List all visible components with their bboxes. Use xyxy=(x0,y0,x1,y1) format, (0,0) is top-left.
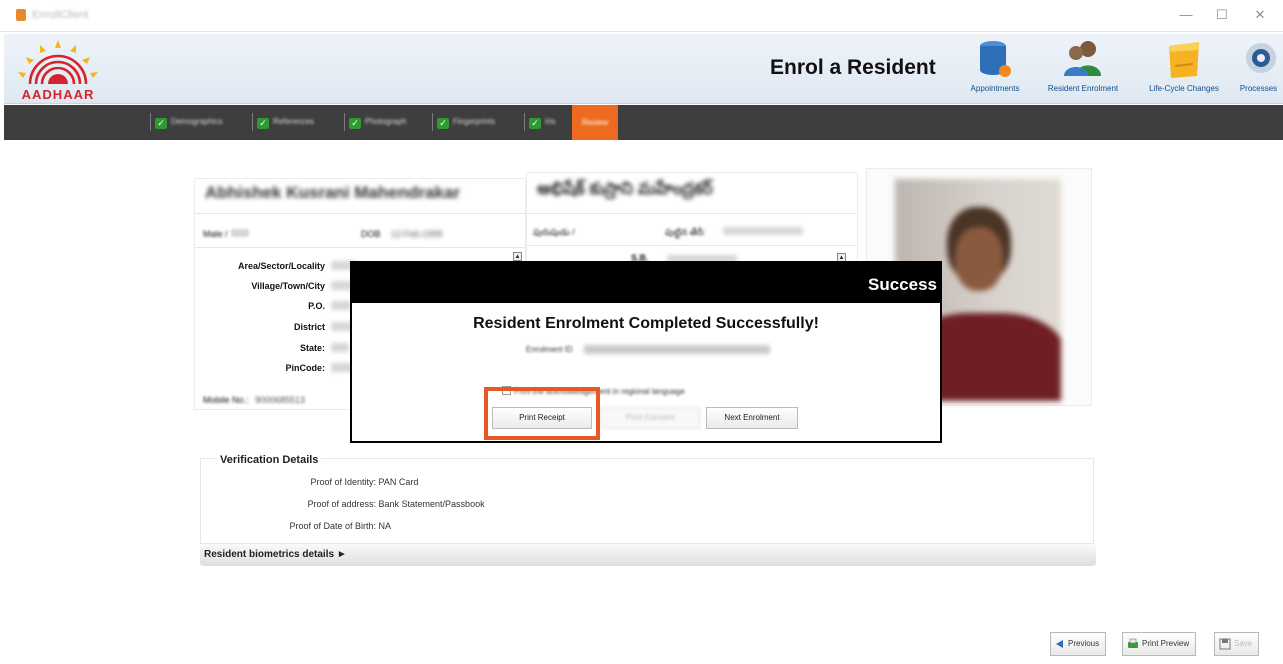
back-arrow-icon xyxy=(1056,639,1063,648)
tab-review[interactable]: Review xyxy=(572,105,619,140)
address-village-label: Village/Town/City xyxy=(251,281,325,291)
app-header: AADHAAR Enrol a Resident Appointments Re… xyxy=(4,34,1283,104)
maximize-button[interactable]: ☐ xyxy=(1212,6,1232,24)
gear-icon xyxy=(1245,43,1276,73)
verification-details: Verification Details Proof of Identity: … xyxy=(200,454,1094,544)
minimize-button[interactable]: — xyxy=(1176,6,1196,24)
address-state-label: State: xyxy=(299,343,325,353)
app-icon xyxy=(16,9,26,21)
tab-iris[interactable]: ✓ Iris xyxy=(524,113,560,131)
dob-regional-label: పుట్టిన తేదీ: xyxy=(665,227,706,237)
resident-name-regional: అభిషేక్ కుస్రాని మహేంద్రకర్ xyxy=(537,179,713,198)
aadhaar-sun-icon xyxy=(18,40,98,85)
save-button[interactable]: Save xyxy=(1214,632,1260,656)
verification-row: Proof of Identity: PAN Card xyxy=(310,477,419,487)
tab-demographics[interactable]: ✓ Demographics xyxy=(150,113,227,131)
mobile-value: 9000685513 xyxy=(255,395,306,405)
tab-fingerprints[interactable]: ✓ Fingerprints xyxy=(432,113,499,131)
window-title: EnrollClient xyxy=(32,9,89,21)
address-district-label: District xyxy=(293,322,325,332)
dialog-title: Success xyxy=(868,275,937,294)
check-icon: ✓ xyxy=(529,118,541,129)
address-area-label: Area/Sector/Locality xyxy=(237,261,325,271)
check-icon: ✓ xyxy=(349,118,361,129)
gender-regional-label: పురుషుడు / xyxy=(533,227,575,237)
next-enrolment-button[interactable]: Next Enrolment xyxy=(706,407,798,429)
tab-photograph[interactable]: ✓ Photograph xyxy=(344,113,410,131)
print-consent-button[interactable]: Print Consent xyxy=(600,407,700,429)
check-icon: ✓ xyxy=(437,118,449,129)
biometrics-expander[interactable]: Resident biometrics details ► xyxy=(200,544,1096,566)
print-preview-button[interactable]: Print Preview xyxy=(1122,632,1197,656)
dialog-header: Success xyxy=(352,263,940,303)
tab-references[interactable]: ✓ References xyxy=(252,113,318,131)
module-resident-enrolment[interactable]: Resident Enrolment xyxy=(1034,38,1132,100)
verification-row: Proof of Date of Birth: NA xyxy=(289,521,392,531)
address-scroll-up[interactable]: ▲ xyxy=(513,252,522,261)
database-icon xyxy=(980,41,1011,77)
wizard-tab-bar: ✓ Demographics ✓ References ✓ Photograph ✓ F… xyxy=(4,105,1283,140)
module-label: Appointments xyxy=(970,84,1020,93)
verification-row: Proof of address: Bank Statement/Passboo… xyxy=(307,499,485,509)
previous-button[interactable]: Previous xyxy=(1050,632,1107,656)
gender-label: Male / xyxy=(203,229,228,239)
aadhaar-logo-text: AADHAAR xyxy=(21,87,95,102)
floppy-disk-icon xyxy=(1219,638,1231,650)
page-title: Enrol a Resident xyxy=(770,56,936,79)
module-label: Resident Enrolment xyxy=(1047,84,1119,93)
address-po-label: P.O. xyxy=(308,301,325,311)
enrolment-id-label: Enrolment ID xyxy=(526,345,573,354)
module-label: Life-Cycle Changes xyxy=(1149,84,1219,93)
printer-icon xyxy=(1128,638,1138,648)
module-life-cycle-changes[interactable]: Life-Cycle Changes xyxy=(1135,38,1233,100)
verification-title: Verification Details xyxy=(217,454,322,466)
module-processes[interactable]: Processes xyxy=(1234,38,1283,100)
module-appointments[interactable]: Appointments xyxy=(962,38,1028,100)
window-titlebar: EnrollClient — ☐ ✕ xyxy=(0,0,1283,32)
dob-label: DOB xyxy=(361,229,381,239)
check-icon: ✓ xyxy=(257,118,269,129)
module-label: Processes xyxy=(1239,84,1278,93)
check-icon: ✓ xyxy=(155,118,167,129)
users-icon xyxy=(1064,41,1101,76)
close-button[interactable]: ✕ xyxy=(1250,6,1270,24)
enrolment-id-value xyxy=(584,345,770,354)
folder-icon xyxy=(1169,42,1199,78)
success-message: Resident Enrolment Completed Successfull… xyxy=(473,315,819,332)
mobile-label: Mobile No.: xyxy=(203,395,249,405)
success-dialog: Success Resident Enrolment Completed Suc… xyxy=(350,261,942,443)
aadhaar-logo: AADHAAR xyxy=(12,40,104,104)
resident-name: Abhishek Kusrani Mahendrakar xyxy=(205,183,461,202)
address-pincode-label: PinCode: xyxy=(285,363,326,373)
dob-value: 12-Feb-1999 xyxy=(391,229,443,239)
print-receipt-highlight xyxy=(484,387,600,440)
